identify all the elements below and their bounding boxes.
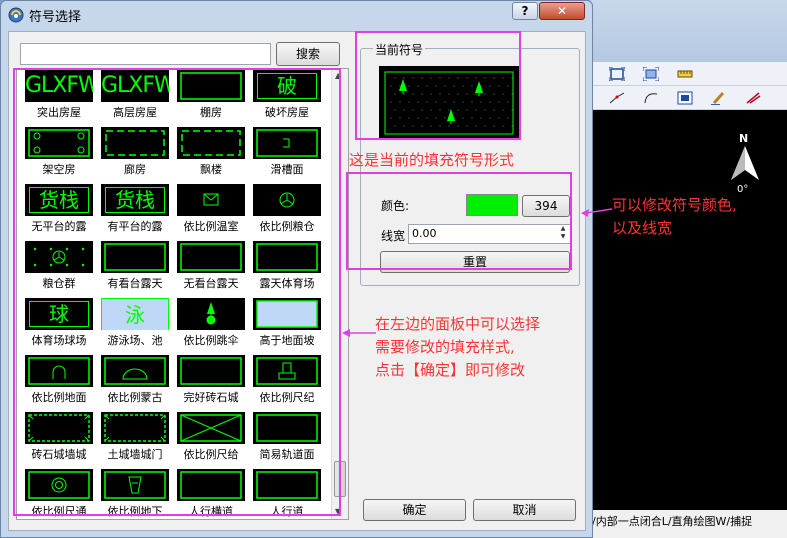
brush-icon[interactable] — [710, 90, 728, 106]
north-degree: 0° — [737, 184, 749, 195]
list-note-line3: 点击【确定】即可修改 — [375, 361, 526, 379]
list-note-arrow-icon — [342, 329, 376, 337]
line-edit-icon[interactable] — [744, 90, 762, 106]
search-input[interactable] — [20, 43, 271, 65]
color-note-line2: 以及线宽 — [612, 219, 673, 237]
list-note-line2: 需要修改的填充样式, — [375, 338, 515, 356]
compass-arrow-icon — [731, 146, 759, 180]
app-icon — [8, 7, 24, 23]
measure-icon[interactable] — [676, 66, 694, 82]
color-highlight-box — [346, 172, 572, 270]
polyline-icon[interactable] — [608, 90, 626, 106]
search-button[interactable]: 搜索 — [276, 42, 340, 66]
background-cad-window: N 0° /内部一点闭合L/直角绘图W/捕捉 — [590, 0, 787, 538]
command-status-bar: /内部一点闭合L/直角绘图W/捕捉 — [590, 510, 787, 538]
drawing-canvas[interactable]: N 0° — [590, 110, 787, 510]
help-button[interactable]: ? — [512, 2, 538, 20]
list-note-line1: 在左边的面板中可以选择 — [375, 315, 541, 333]
north-label: N — [739, 132, 749, 145]
close-button[interactable]: ✕ — [539, 2, 585, 20]
grid-icon[interactable] — [676, 90, 694, 106]
ok-button[interactable]: 确定 — [363, 499, 466, 521]
title-bar[interactable]: 符号选择 ? ✕ — [1, 1, 592, 29]
list-highlight-box — [13, 68, 341, 516]
dialog-title: 符号选择 — [29, 10, 82, 25]
zoom-extents-icon[interactable] — [608, 66, 626, 82]
arc-icon[interactable] — [642, 90, 660, 106]
color-note-line1: 可以修改符号颜色, — [612, 196, 737, 214]
ribbon-area — [590, 0, 787, 62]
preview-highlight-box — [355, 31, 521, 140]
preview-note: 这是当前的填充符号形式 — [349, 151, 515, 169]
toolbar-row-1 — [590, 62, 787, 86]
toolbar-row-2 — [590, 86, 787, 110]
cancel-button[interactable]: 取消 — [473, 499, 576, 521]
color-note-arrow-icon — [581, 208, 613, 217]
north-arrow: N 0° — [725, 132, 765, 195]
zoom-window-icon[interactable] — [642, 66, 660, 82]
